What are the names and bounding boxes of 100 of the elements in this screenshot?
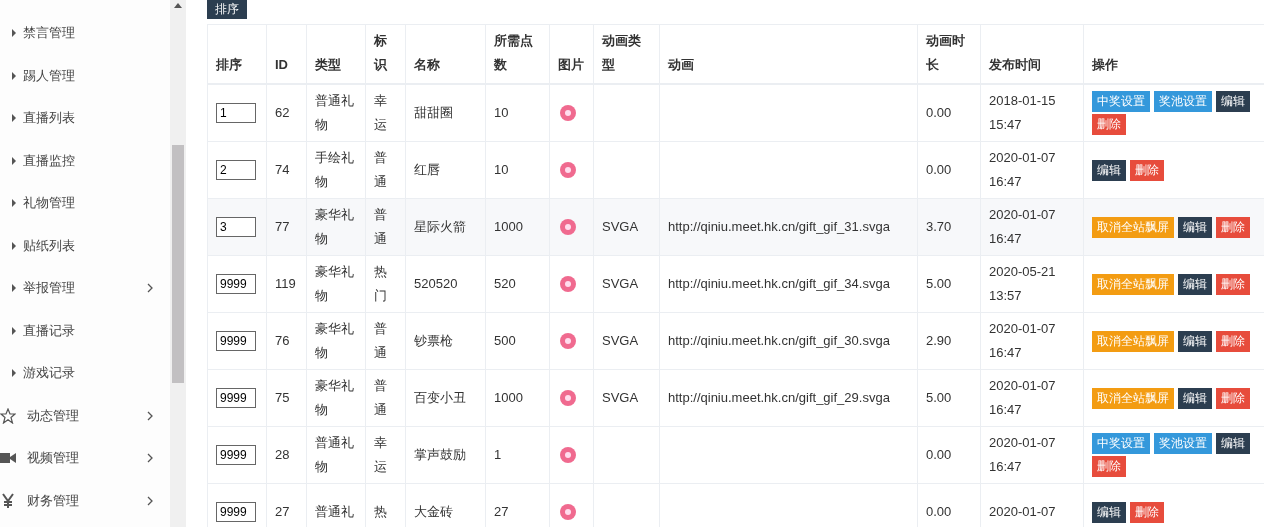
table-cell: 1 <box>485 426 550 484</box>
table-cell: 豪华礼物 <box>306 198 366 256</box>
sort-input[interactable]: 9999 <box>216 274 256 294</box>
table-cell: 钞票枪 <box>405 312 486 370</box>
action-button[interactable]: 编辑 <box>1092 501 1126 523</box>
gift-thumbnail <box>558 502 578 522</box>
sidebar-item[interactable]: 举报管理 <box>0 267 170 310</box>
sidebar-item[interactable]: 直播监控 <box>0 139 170 182</box>
table-cell: 2.90 <box>917 312 981 370</box>
action-button[interactable]: 删除 <box>1092 456 1126 477</box>
table-cell: 2018-01-15 15:47 <box>980 84 1084 142</box>
gift-thumbnail <box>558 160 578 180</box>
action-button[interactable]: 删除 <box>1216 330 1250 352</box>
column-header: 图片 <box>549 24 594 84</box>
table-cell: 甜甜圈 <box>405 84 486 142</box>
sort-input[interactable]: 9999 <box>216 331 256 351</box>
table-cell: 2020-05-21 13:57 <box>980 255 1084 313</box>
sort-input[interactable]: 1 <box>216 103 256 123</box>
action-button[interactable]: 编辑 <box>1178 387 1212 409</box>
sidebar-item[interactable]: 直播记录 <box>0 309 170 352</box>
action-button[interactable]: 编辑 <box>1178 216 1212 238</box>
table-cell: 2020-01-07 16:47 <box>980 369 1084 427</box>
table-cell: 幸运 <box>365 426 406 484</box>
gift-thumbnail <box>558 103 578 123</box>
table-cell: 2020-01-07 16:47 <box>980 198 1084 256</box>
sort-input[interactable]: 3 <box>216 217 256 237</box>
table-cell: 热门 <box>365 255 406 313</box>
action-button[interactable]: 删除 <box>1130 501 1164 523</box>
star-icon <box>0 407 16 424</box>
table-cell: http://qiniu.meet.hk.cn/gift_gif_34.svga <box>659 255 918 313</box>
gift-thumbnail <box>558 388 578 408</box>
table-cell: 74 <box>266 141 307 199</box>
sort-input[interactable]: 2 <box>216 160 256 180</box>
caret-icon <box>12 156 16 165</box>
column-header: 所需点数 <box>485 24 550 84</box>
table-cell: 500 <box>485 312 550 370</box>
action-button[interactable]: 删除 <box>1130 159 1164 181</box>
table-cell: 76 <box>266 312 307 370</box>
sidebar-item[interactable]: 财务管理 <box>0 479 170 522</box>
caret-icon <box>12 326 16 335</box>
table-cell: 2020-01-07 16:47 <box>980 312 1084 370</box>
table-cell: 普通 <box>365 198 406 256</box>
table-cell: http://qiniu.meet.hk.cn/gift_gif_29.svga <box>659 369 918 427</box>
table-cell: 普通礼物 <box>306 426 366 484</box>
column-header: 动画类型 <box>593 24 660 84</box>
sidebar-item[interactable]: 游戏记录 <box>0 352 170 395</box>
action-button[interactable]: 编辑 <box>1216 433 1250 454</box>
table-cell: 520520 <box>405 255 486 313</box>
sidebar-item[interactable]: 踢人管理 <box>0 54 170 97</box>
column-header: ID <box>266 24 307 84</box>
table-cell: 5.00 <box>917 369 981 427</box>
column-header: 排序 <box>207 24 267 84</box>
column-header: 名称 <box>405 24 486 84</box>
column-header: 类型 <box>306 24 366 84</box>
table-cell: SVGA <box>593 198 660 256</box>
sort-input[interactable]: 9999 <box>216 388 256 408</box>
action-button[interactable]: 删除 <box>1216 216 1250 238</box>
table-cell: 1000 <box>485 198 550 256</box>
column-header: 操作 <box>1083 24 1264 84</box>
table-cell: 豪华礼物 <box>306 369 366 427</box>
table-cell: 75 <box>266 369 307 427</box>
caret-icon <box>12 71 16 80</box>
table-cell: 520 <box>485 255 550 313</box>
column-header: 标识 <box>365 24 406 84</box>
table-cell: 2020-01-07 16:47 <box>980 426 1084 484</box>
sidebar-item[interactable]: 禁言管理 <box>0 12 170 55</box>
scroll-up-arrow-icon[interactable] <box>174 3 182 8</box>
sort-input[interactable]: 9999 <box>216 445 256 465</box>
sidebar-item[interactable]: 视频管理 <box>0 437 170 480</box>
sort-button[interactable]: 排序 <box>207 0 247 19</box>
scrollbar[interactable] <box>170 0 186 527</box>
caret-icon <box>12 284 16 293</box>
action-button[interactable]: 编辑 <box>1178 330 1212 352</box>
action-button[interactable]: 编辑 <box>1216 91 1250 112</box>
scrollbar-thumb[interactable] <box>172 145 184 383</box>
table-cell: 1000 <box>485 369 550 427</box>
table-cell: 2020-01-07 16:47 <box>980 141 1084 199</box>
sort-input[interactable]: 9999 <box>216 502 256 522</box>
action-button[interactable]: 编辑 <box>1092 159 1126 181</box>
sidebar-item[interactable]: 动态管理 <box>0 394 170 437</box>
column-header: 发布时间 <box>980 24 1084 84</box>
action-button[interactable]: 删除 <box>1092 114 1126 135</box>
action-button[interactable]: 删除 <box>1216 273 1250 295</box>
column-header: 动画时长 <box>917 24 981 84</box>
caret-icon <box>12 369 16 378</box>
table-cell: 0.00 <box>917 84 981 142</box>
table-cell: 0.00 <box>917 141 981 199</box>
table-cell: 豪华礼物 <box>306 312 366 370</box>
action-button[interactable]: 编辑 <box>1178 273 1212 295</box>
table-cell: 普通 <box>365 369 406 427</box>
table-cell: 红唇 <box>405 141 486 199</box>
table-cell: 普通礼物 <box>306 84 366 142</box>
table-cell: 掌声鼓励 <box>405 426 486 484</box>
action-button[interactable]: 删除 <box>1216 387 1250 409</box>
sidebar-item[interactable]: 礼物管理 <box>0 182 170 225</box>
sidebar-item[interactable]: 贴纸列表 <box>0 224 170 267</box>
gift-thumbnail <box>558 445 578 465</box>
table-cell: SVGA <box>593 255 660 313</box>
gift-thumbnail <box>558 331 578 351</box>
sidebar-item[interactable]: 直播列表 <box>0 97 170 140</box>
